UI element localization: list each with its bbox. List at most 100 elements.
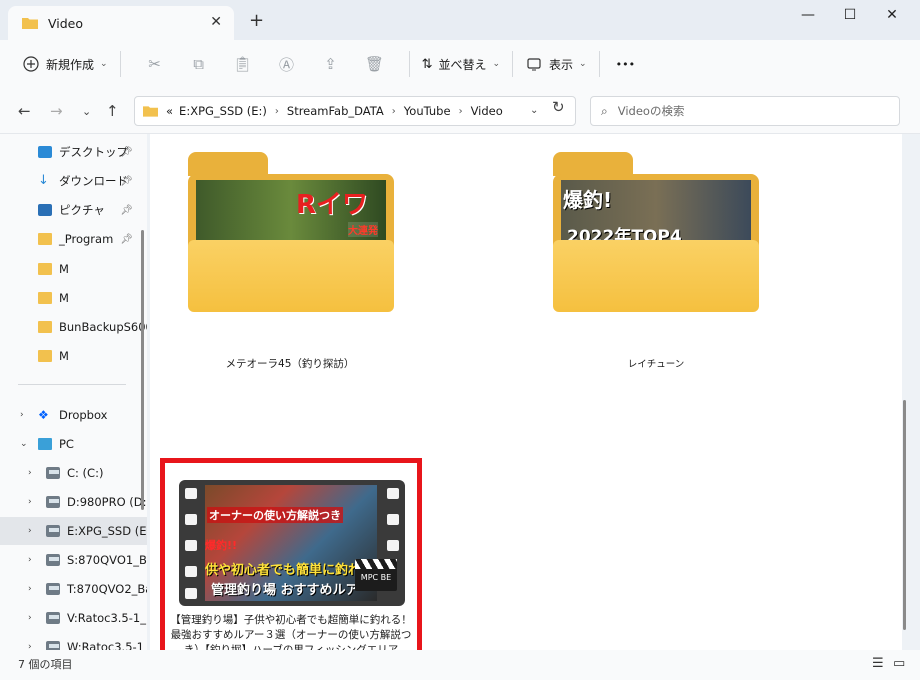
copy-icon[interactable]: ⧉ [177, 55, 221, 73]
chevron-down-icon: ⌄ [100, 59, 108, 69]
breadcrumb-item[interactable]: E:XPG_SSD (E:) [179, 104, 267, 118]
paste-icon[interactable]: 📋︎ [221, 55, 265, 73]
sidebar-item-drive-e[interactable]: › E:XPG_SSD (E:) [0, 517, 147, 545]
chevron-down-icon[interactable]: ⌄ [20, 439, 28, 449]
sidebar-item-drive-v[interactable]: › V:Ratoc3.5-1_1 [0, 604, 147, 632]
chevron-right-icon[interactable]: › [28, 526, 32, 536]
film-hole [387, 514, 399, 525]
breadcrumb-item[interactable]: YouTube [404, 104, 451, 118]
content-scrollbar[interactable] [903, 400, 906, 630]
sidebar-item-m1[interactable]: M [0, 255, 147, 283]
pictures-icon [38, 204, 52, 216]
sidebar-item-drive-w[interactable]: › W:Ratoc3.5-1 [0, 633, 147, 650]
sidebar-item-pc[interactable]: ⌄ PC [0, 430, 147, 458]
chevron-right-icon[interactable]: › [20, 410, 24, 420]
tab-title: Video [48, 15, 84, 31]
chevron-right-icon[interactable]: › [28, 468, 32, 478]
folder-item[interactable]: 爆釣! 2022年TOP4 [553, 152, 759, 312]
download-icon: ↓ [38, 173, 49, 188]
sidebar-item-dropbox[interactable]: › ❖ Dropbox [0, 401, 147, 429]
sidebar-item-label: ダウンロード [59, 174, 128, 188]
divider [512, 51, 514, 77]
chevron-right-icon[interactable]: › [28, 584, 32, 594]
folder-item[interactable]: Rイワ 大連発 [188, 152, 394, 312]
sidebar-item-drive-c[interactable]: › C: (C:) [0, 459, 147, 487]
film-hole [185, 488, 197, 499]
sidebar-item-m3[interactable]: M [0, 342, 147, 370]
cut-icon[interactable]: ✂ [133, 55, 177, 73]
thumbnail-text: Rイワ [296, 190, 369, 220]
drive-icon [46, 525, 60, 537]
sort-button[interactable]: ⇅ 並べ替え ⌄ [422, 48, 500, 80]
command-bar: 新規作成 ⌄ ✂ ⧉ 📋︎ Ⓐ ⇪ 🗑︎ ⇅ 並べ替え ⌄ 表示 ⌄ ••• [0, 40, 920, 88]
drive-icon [46, 583, 60, 595]
recent-chevron-icon[interactable]: ⌄ [82, 105, 91, 118]
pin-icon: 📌︎ [120, 204, 133, 216]
sidebar-item-downloads[interactable]: ↓ ダウンロード 📌︎ [0, 167, 147, 195]
breadcrumb-item[interactable]: Video [471, 104, 503, 118]
folder-name: メテオーラ45（釣り探訪） [225, 358, 355, 370]
video-file-item[interactable]: オーナーの使い方解説つき 爆釣!! 供や初心者でも簡単に釣れ 管理釣り場 おすす… [160, 458, 422, 671]
large-icons-view-icon[interactable]: ▭ [893, 656, 905, 671]
thumbnail-text: 管理釣り場 おすすめルアー [211, 583, 371, 598]
chevron-right-icon[interactable]: › [28, 642, 32, 650]
sort-icon: ⇅ [421, 56, 433, 72]
drive-icon [46, 641, 60, 650]
chevron-right-icon: › [391, 105, 396, 117]
view-icon [527, 58, 541, 71]
new-button[interactable]: 新規作成 ⌄ [22, 48, 108, 80]
folder-icon [22, 18, 38, 29]
view-label: 表示 [549, 57, 574, 72]
address-bar[interactable]: « E:XPG_SSD (E:) › StreamFab_DATA › YouT… [134, 96, 576, 126]
folder-front [188, 240, 394, 312]
chevron-right-icon[interactable]: › [28, 497, 32, 507]
breadcrumb-item[interactable]: StreamFab_DATA [287, 104, 384, 118]
up-arrow-icon[interactable]: ↑ [106, 102, 119, 120]
new-tab-button[interactable]: + [249, 10, 264, 31]
address-dropdown-icon[interactable]: ⌄ [530, 105, 538, 116]
thumbnail-subtext: 大連発 [348, 222, 378, 237]
sidebar-item-label: M [59, 291, 69, 305]
sidebar-scrollbar[interactable] [141, 230, 144, 510]
close-window-button[interactable]: ✕ [872, 4, 912, 28]
mpc-be-icon: MPC BE [355, 559, 397, 591]
refresh-icon[interactable]: ↻ [552, 98, 565, 116]
item-count: 7 個の項目 [18, 658, 73, 671]
dropbox-icon: ❖ [38, 408, 49, 422]
sidebar-item-label: PC [59, 437, 74, 451]
minimize-button[interactable]: — [788, 4, 828, 28]
maximize-button[interactable]: ☐ [830, 4, 870, 28]
view-button[interactable]: 表示 ⌄ [525, 48, 587, 80]
rename-icon[interactable]: Ⓐ [265, 54, 309, 75]
share-icon[interactable]: ⇪ [309, 55, 353, 73]
details-view-icon[interactable]: ☰ [872, 656, 884, 671]
sidebar-item-label: W:Ratoc3.5-1 [67, 640, 144, 650]
sidebar-item-desktop[interactable]: デスクトップ 📌︎ [0, 138, 147, 166]
chevron-right-icon[interactable]: › [28, 613, 32, 623]
sidebar-item-drive-s[interactable]: › S:870QVO1_Ba [0, 546, 147, 574]
sidebar-item-pictures[interactable]: ピクチャ 📌︎ [0, 196, 147, 224]
sidebar-item-label: デスクトップ [59, 145, 128, 159]
thumbnail-text: 爆釣! [563, 188, 613, 212]
tab-video[interactable]: Video ✕ [8, 6, 234, 40]
sidebar-item-label: T:870QVO2_Ba [67, 582, 147, 596]
overflow-chevron[interactable]: « [166, 104, 173, 118]
sidebar-item-m2[interactable]: M [0, 284, 147, 312]
chevron-right-icon[interactable]: › [28, 555, 32, 565]
search-icon: ⌕ [601, 103, 608, 118]
sidebar-item-label: _Program [59, 232, 114, 246]
back-arrow-icon[interactable]: ← [18, 102, 31, 120]
sidebar-item-bunbackup[interactable]: BunBackupS600 [0, 313, 147, 341]
more-options-button[interactable]: ••• [616, 58, 635, 71]
sidebar-item-drive-t[interactable]: › T:870QVO2_Ba [0, 575, 147, 603]
sidebar-item-drive-d[interactable]: › D:980PRO (D:) [0, 488, 147, 516]
search-input[interactable] [617, 104, 878, 118]
delete-icon[interactable]: 🗑︎ [353, 55, 397, 73]
pc-icon [38, 438, 52, 450]
film-hole [185, 588, 197, 599]
forward-arrow-icon[interactable]: → [50, 102, 63, 120]
pin-icon: 📌︎ [120, 233, 133, 245]
search-box[interactable]: ⌕ [590, 96, 900, 126]
close-tab-icon[interactable]: ✕ [210, 14, 222, 30]
sidebar-item-program[interactable]: _Program 📌︎ [0, 225, 147, 253]
